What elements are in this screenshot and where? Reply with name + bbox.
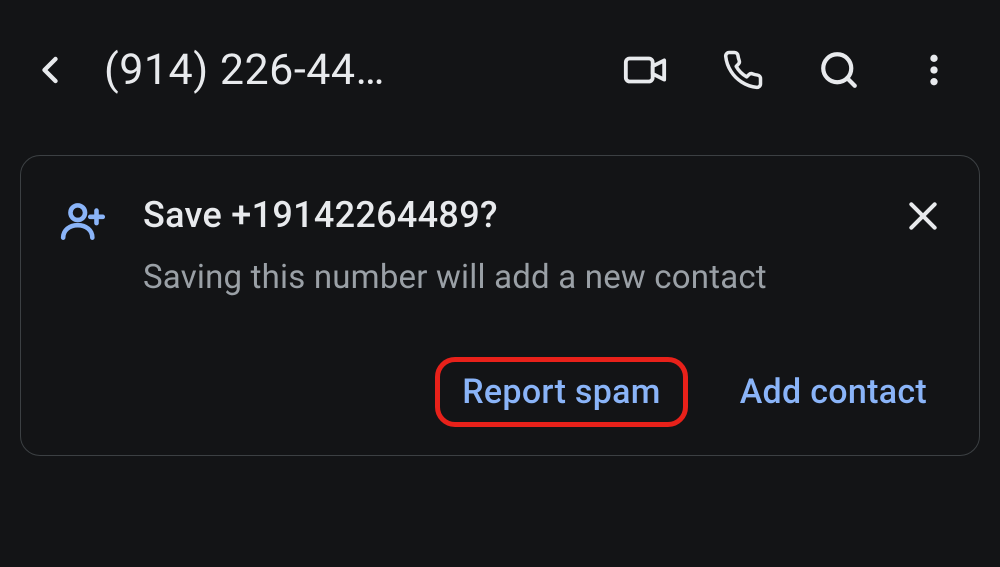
header-actions (622, 47, 972, 93)
video-call-button[interactable] (622, 47, 668, 93)
video-icon (622, 47, 668, 93)
add-person-icon (59, 196, 109, 250)
card-actions: Report spam Add contact (59, 357, 943, 427)
search-button[interactable] (818, 49, 860, 91)
report-spam-button[interactable]: Report spam (435, 357, 688, 427)
chevron-left-icon (28, 48, 72, 92)
card-title: Save +19142264489? (143, 194, 869, 236)
card-subtitle: Saving this number will add a new contac… (143, 258, 869, 297)
card-content: Save +19142264489? Saving this number wi… (59, 194, 943, 297)
back-button[interactable] (28, 48, 72, 92)
card-text: Save +19142264489? Saving this number wi… (143, 194, 869, 297)
conversation-title[interactable]: (914) 226-44… (104, 45, 590, 95)
more-vertical-icon (914, 50, 954, 90)
more-options-button[interactable] (914, 50, 954, 90)
dismiss-card-button[interactable] (903, 196, 943, 240)
close-icon (903, 196, 943, 236)
search-icon (818, 49, 860, 91)
save-contact-card: Save +19142264489? Saving this number wi… (20, 155, 980, 456)
add-contact-button[interactable]: Add contact (724, 360, 943, 424)
phone-icon (722, 49, 764, 91)
conversation-header: (914) 226-44… (0, 0, 1000, 125)
voice-call-button[interactable] (722, 49, 764, 91)
